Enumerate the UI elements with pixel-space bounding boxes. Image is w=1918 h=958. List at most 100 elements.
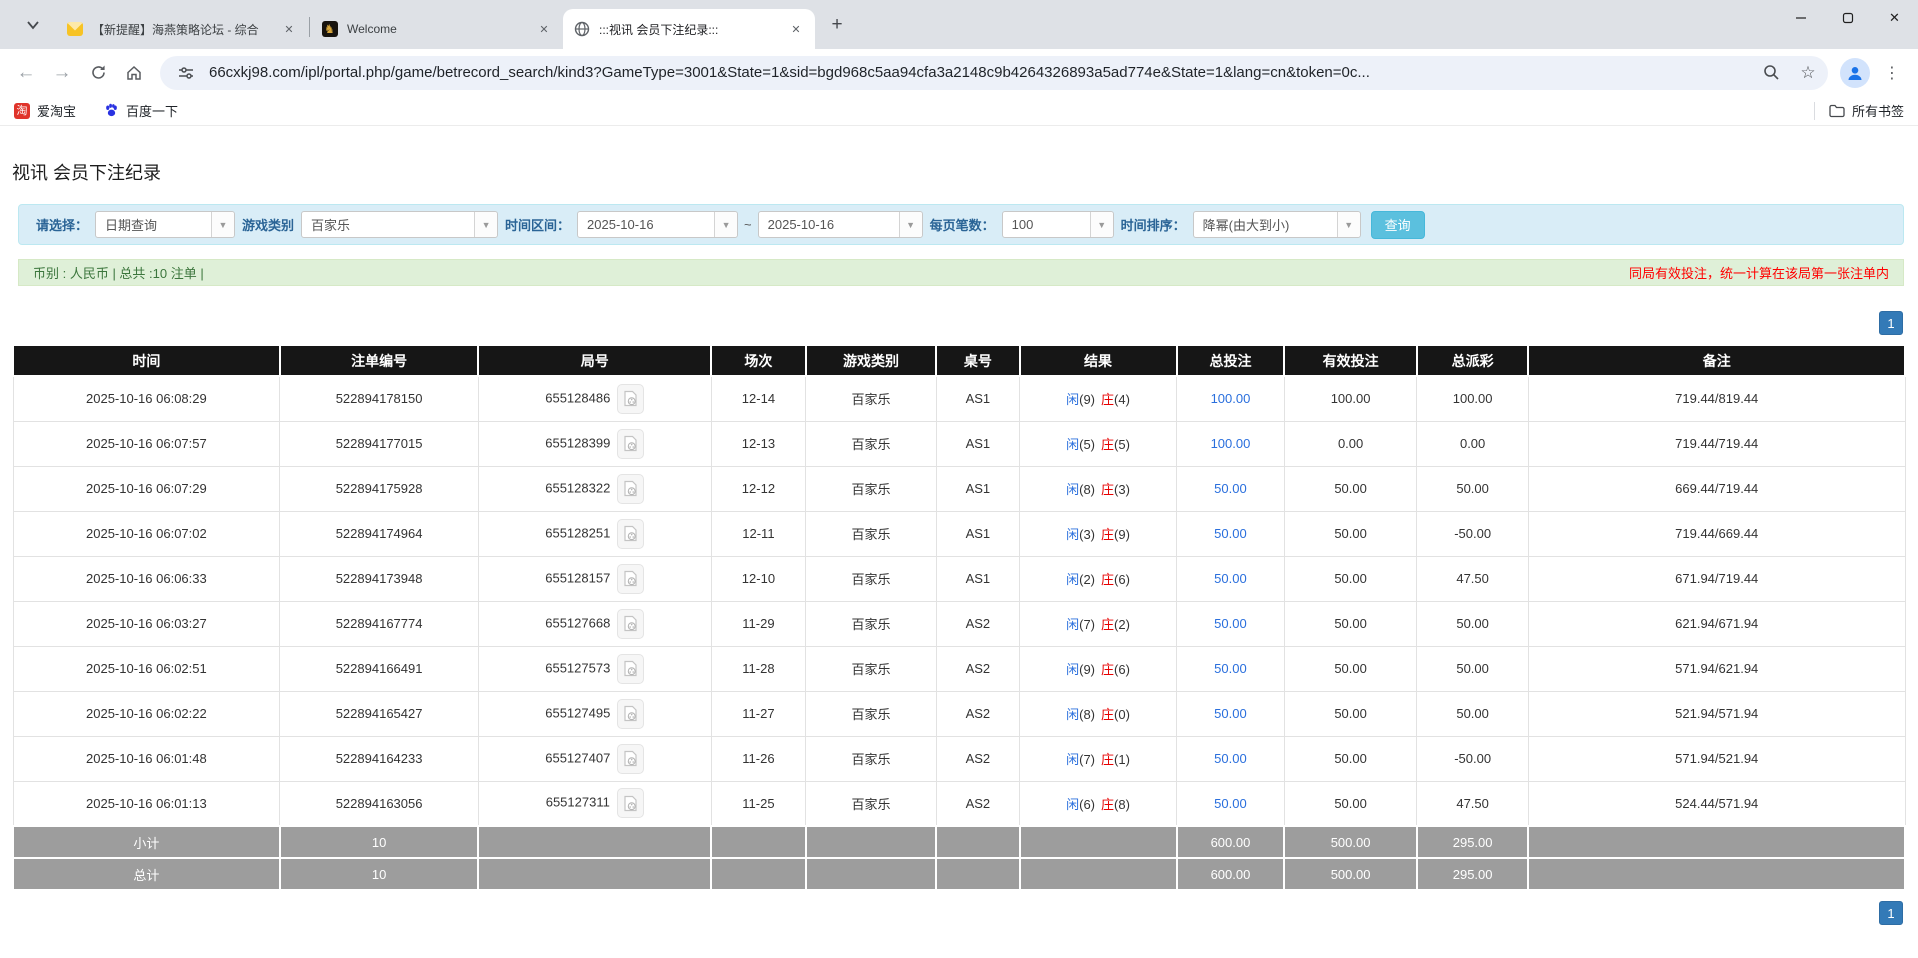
- close-tab-icon[interactable]: ✕: [280, 20, 298, 38]
- cell-time: 2025-10-16 06:08:29: [13, 376, 280, 421]
- total-bet-link[interactable]: 50.00: [1214, 616, 1247, 631]
- video-replay-button[interactable]: [617, 744, 644, 774]
- url-text[interactable]: 66cxkj98.com/ipl/portal.php/game/betreco…: [209, 64, 1748, 81]
- maximize-button[interactable]: [1824, 0, 1871, 36]
- round-id-text: 655127311: [546, 795, 610, 810]
- home-button[interactable]: [116, 55, 152, 91]
- table-footer-row: 总计10600.00500.00295.00: [13, 858, 1905, 890]
- video-replay-button[interactable]: [617, 429, 644, 459]
- table-row: 2025-10-16 06:07:57522894177015655128399…: [13, 421, 1905, 466]
- cell-result: 闲(8)庄(0): [1020, 691, 1177, 736]
- bookmark-baidu[interactable]: 百度一下: [104, 101, 178, 120]
- zoom-icon[interactable]: [1757, 59, 1785, 87]
- address-bar[interactable]: 66cxkj98.com/ipl/portal.php/game/betreco…: [160, 56, 1828, 90]
- total-bet-link[interactable]: 50.00: [1214, 796, 1247, 811]
- game-type-select[interactable]: 百家乐 ▼: [301, 211, 498, 238]
- round-id-text: 655127668: [545, 615, 610, 630]
- cell-time: 2025-10-16 06:01:48: [13, 736, 280, 781]
- site-settings-icon[interactable]: [172, 59, 200, 87]
- minimize-button[interactable]: [1777, 0, 1824, 36]
- tab-forum[interactable]: 【新提醒】海燕策略论坛 - 综合 ✕: [56, 9, 308, 49]
- bookmark-star-icon[interactable]: ☆: [1794, 59, 1822, 87]
- sort-select[interactable]: 降幂(由大到小) ▼: [1193, 211, 1361, 238]
- result-banker-score: (0): [1114, 707, 1130, 722]
- new-tab-button[interactable]: +: [823, 11, 851, 39]
- video-replay-button[interactable]: [617, 519, 644, 549]
- profile-avatar[interactable]: [1840, 58, 1870, 88]
- result-banker-score: (1): [1114, 752, 1130, 767]
- tab-welcome[interactable]: ♞ Welcome ✕: [311, 9, 563, 49]
- query-type-select[interactable]: 日期查询 ▼: [95, 211, 235, 238]
- all-bookmarks-button[interactable]: 所有书签: [1814, 102, 1904, 120]
- result-player: 闲: [1066, 752, 1079, 767]
- page-1-button[interactable]: 1: [1879, 901, 1903, 925]
- cell-time: 2025-10-16 06:07:02: [13, 511, 280, 556]
- browser-menu-button[interactable]: ⋮: [1874, 55, 1910, 91]
- video-replay-button[interactable]: [617, 474, 644, 504]
- cell-valid-bet: 50.00: [1284, 466, 1416, 511]
- table-header-row: 时间注单编号局号场次游戏类别桌号结果总投注有效投注总派彩备注: [13, 345, 1905, 376]
- date-from-select[interactable]: 2025-10-16 ▼: [577, 211, 738, 238]
- filter-bar: 请选择： 日期查询 ▼ 游戏类别 百家乐 ▼ 时间区间： 2025-10-16 …: [18, 204, 1904, 245]
- tab-title: :::视讯 会员下注纪录:::: [599, 21, 778, 38]
- result-player-score: (6): [1079, 797, 1095, 812]
- cell-payout: 100.00: [1417, 376, 1529, 421]
- cell-session: 11-25: [711, 781, 806, 826]
- round-id-text: 655128157: [545, 570, 610, 585]
- table-row: 2025-10-16 06:06:33522894173948655128157…: [13, 556, 1905, 601]
- column-header: 有效投注: [1284, 345, 1416, 376]
- cell-session: 11-27: [711, 691, 806, 736]
- column-header: 结果: [1020, 345, 1177, 376]
- total-bet-link[interactable]: 100.00: [1211, 436, 1251, 451]
- tab-search-button[interactable]: [16, 8, 50, 42]
- cell-payout: 50.00: [1417, 601, 1529, 646]
- reload-button[interactable]: [80, 55, 116, 91]
- cell-session: 11-28: [711, 646, 806, 691]
- bookmark-taobao[interactable]: 淘 爱淘宝: [14, 101, 76, 120]
- video-replay-button[interactable]: [617, 384, 644, 414]
- bet-records-table: 时间注单编号局号场次游戏类别桌号结果总投注有效投注总派彩备注 2025-10-1…: [12, 344, 1906, 891]
- total-bet-link[interactable]: 50.00: [1214, 661, 1247, 676]
- total-bet-link[interactable]: 100.00: [1211, 391, 1251, 406]
- close-window-button[interactable]: ✕: [1871, 0, 1918, 36]
- result-banker-score: (5): [1114, 437, 1130, 452]
- footer-cell: 10: [280, 826, 479, 858]
- cell-total-bet: 100.00: [1177, 376, 1285, 421]
- cell-valid-bet: 50.00: [1284, 556, 1416, 601]
- total-bet-link[interactable]: 50.00: [1214, 706, 1247, 721]
- cell-round-id: 655127407: [478, 736, 711, 781]
- video-replay-button[interactable]: [617, 699, 644, 729]
- table-row: 2025-10-16 06:08:29522894178150655128486…: [13, 376, 1905, 421]
- video-replay-button[interactable]: [617, 654, 644, 684]
- footer-cell: 295.00: [1417, 826, 1529, 858]
- total-bet-link[interactable]: 50.00: [1214, 526, 1247, 541]
- forward-button[interactable]: →: [44, 55, 80, 91]
- close-tab-icon[interactable]: ✕: [787, 20, 805, 38]
- cell-total-bet: 50.00: [1177, 691, 1285, 736]
- page-1-button[interactable]: 1: [1879, 311, 1903, 335]
- tab-bet-records[interactable]: :::视讯 会员下注纪录::: ✕: [563, 9, 815, 49]
- cell-table-no: AS1: [936, 376, 1019, 421]
- total-bet-link[interactable]: 50.00: [1214, 571, 1247, 586]
- total-bet-link[interactable]: 50.00: [1214, 481, 1247, 496]
- search-button[interactable]: 查询: [1371, 211, 1425, 239]
- video-replay-button[interactable]: [617, 564, 644, 594]
- column-header: 局号: [478, 345, 711, 376]
- result-banker: 庄: [1101, 707, 1114, 722]
- result-player: 闲: [1066, 617, 1079, 632]
- back-button[interactable]: ←: [8, 55, 44, 91]
- per-page-select[interactable]: 100 ▼: [1002, 211, 1114, 238]
- cell-game-type: 百家乐: [806, 376, 937, 421]
- summary-bar: 币别 : 人民币 | 总共 :10 注单 | 同局有效投注，统一计算在该局第一张…: [18, 259, 1904, 286]
- pagination-bottom: 1: [0, 901, 1903, 925]
- date-to-select[interactable]: 2025-10-16 ▼: [758, 211, 923, 238]
- cell-remark: 521.94/571.94: [1528, 691, 1905, 736]
- video-replay-button[interactable]: [617, 609, 644, 639]
- cell-bet-id: 522894164233: [280, 736, 479, 781]
- video-replay-button[interactable]: [617, 788, 644, 818]
- cell-table-no: AS2: [936, 736, 1019, 781]
- total-bet-link[interactable]: 50.00: [1214, 751, 1247, 766]
- cell-table-no: AS1: [936, 556, 1019, 601]
- chevron-down-icon: ▼: [1090, 212, 1113, 237]
- close-tab-icon[interactable]: ✕: [535, 20, 553, 38]
